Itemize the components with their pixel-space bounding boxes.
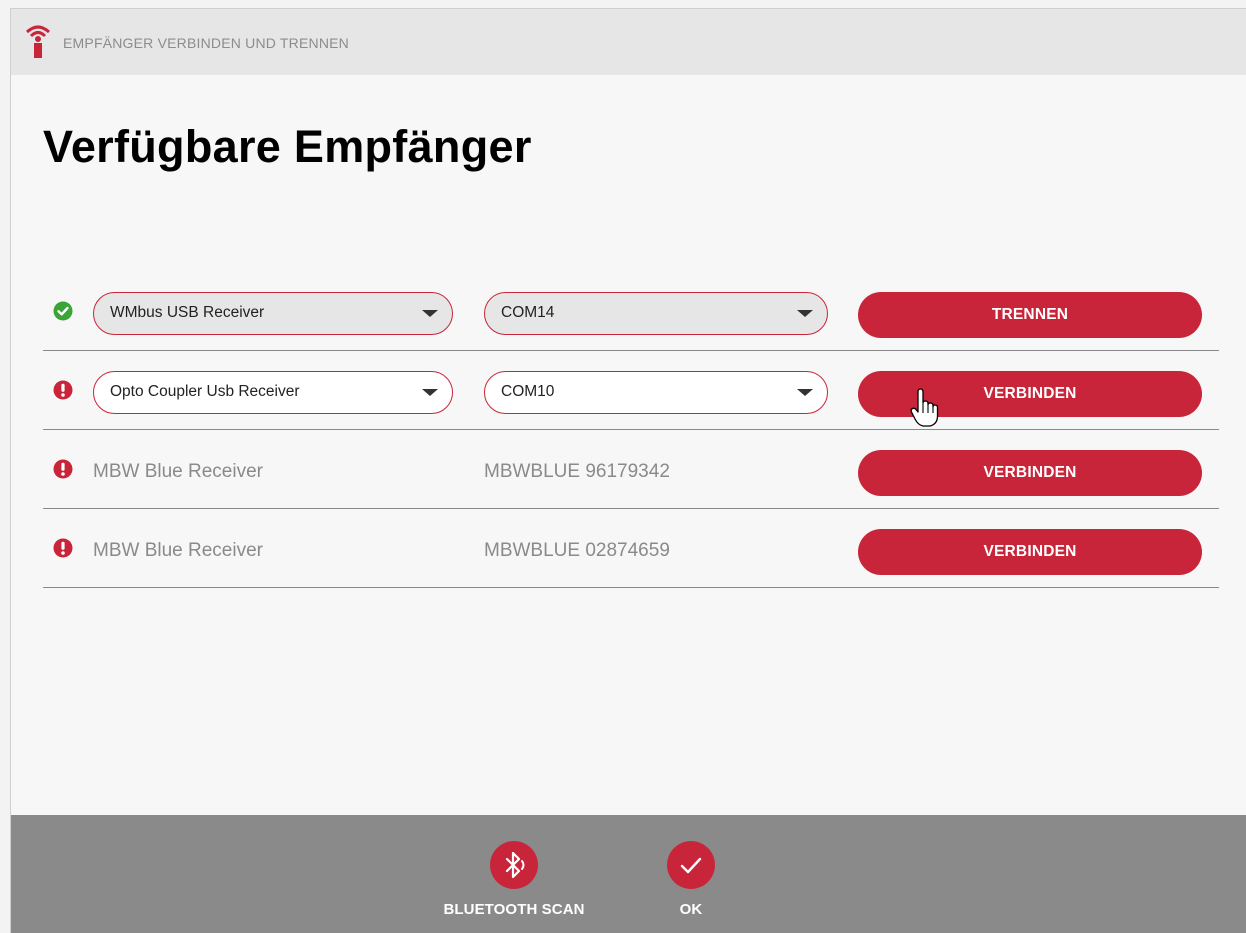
title-bar: EMPFÄNGER VERBINDEN UND TRENNEN	[11, 9, 1246, 75]
checkmark-icon	[667, 841, 715, 889]
connect-button[interactable]: VERBINDEN	[858, 450, 1202, 496]
window-title: EMPFÄNGER VERBINDEN UND TRENNEN	[63, 35, 349, 51]
receiver-antenna-icon	[25, 25, 51, 58]
bluetooth-scan-button[interactable]: BLUETOOTH SCAN	[429, 841, 599, 918]
exclamation-circle-icon	[53, 538, 73, 558]
ok-label: OK	[679, 901, 703, 918]
receiver-name: MBW Blue Receiver	[93, 461, 263, 482]
chevron-down-icon	[797, 310, 813, 317]
ok-button[interactable]: OK	[651, 841, 731, 918]
receiver-type-value: Opto Coupler Usb Receiver	[110, 383, 300, 400]
port-value: COM10	[501, 383, 555, 400]
chevron-down-icon	[422, 389, 438, 396]
bluetooth-icon	[490, 841, 538, 889]
port-dropdown[interactable]: COM14	[484, 292, 828, 335]
port-value: COM14	[501, 304, 555, 321]
receiver-type-dropdown[interactable]: Opto Coupler Usb Receiver	[93, 371, 453, 414]
receiver-row: Opto Coupler Usb Receiver COM10 VERBINDE…	[43, 352, 1219, 430]
exclamation-circle-icon	[53, 380, 73, 400]
receiver-name: MBW Blue Receiver	[93, 540, 263, 561]
receiver-type-dropdown[interactable]: WMbus USB Receiver	[93, 292, 453, 335]
receiver-id: MBWBLUE 02874659	[484, 540, 670, 561]
connect-button[interactable]: VERBINDEN	[858, 529, 1202, 575]
chevron-down-icon	[797, 389, 813, 396]
receiver-type-value: WMbus USB Receiver	[110, 304, 265, 321]
exclamation-circle-icon	[53, 459, 73, 479]
disconnect-button[interactable]: TRENNEN	[858, 292, 1202, 338]
receiver-row: MBW Blue Receiver MBWBLUE 96179342 VERBI…	[43, 431, 1219, 509]
receiver-row: WMbus USB Receiver COM14 TRENNEN	[43, 273, 1219, 351]
footer-toolbar: BLUETOOTH SCAN OK	[11, 815, 1246, 933]
receiver-row: MBW Blue Receiver MBWBLUE 02874659 VERBI…	[43, 510, 1219, 588]
check-circle-icon	[53, 301, 73, 321]
chevron-down-icon	[422, 310, 438, 317]
receiver-id: MBWBLUE 96179342	[484, 461, 670, 482]
bluetooth-scan-label: BLUETOOTH SCAN	[443, 901, 585, 918]
app-window: EMPFÄNGER VERBINDEN UND TRENNEN Verfügba…	[10, 8, 1246, 933]
hand-pointer-icon	[910, 388, 939, 427]
page-title: Verfügbare Empfänger	[43, 121, 532, 172]
port-dropdown[interactable]: COM10	[484, 371, 828, 414]
